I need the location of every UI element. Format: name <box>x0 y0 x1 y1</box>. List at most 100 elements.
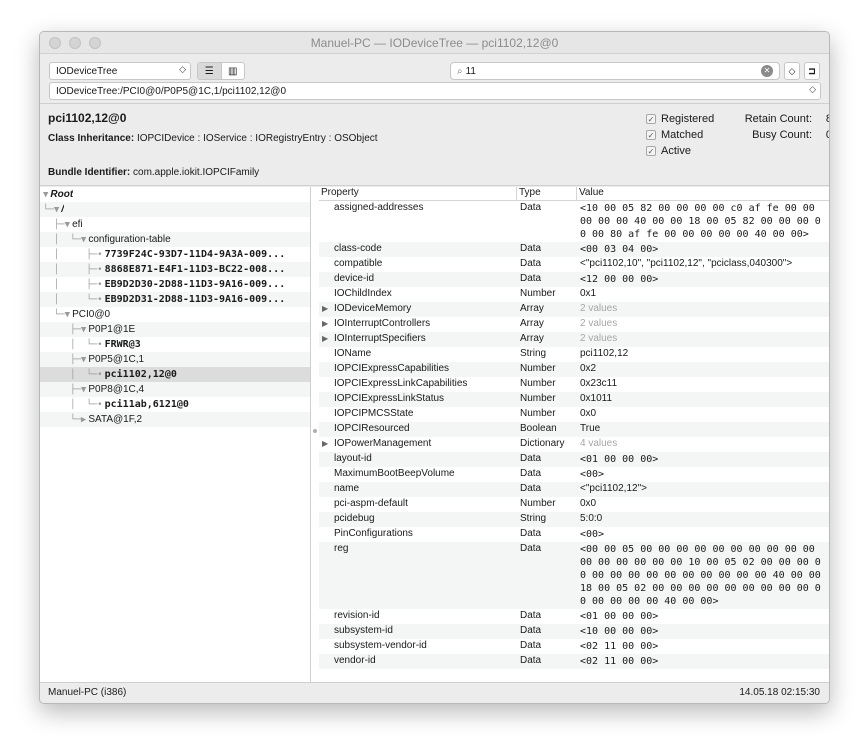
search-options-button[interactable]: ◇ <box>784 62 800 80</box>
property-name-cell: IOChildIndex <box>319 287 517 302</box>
disclosure-triangle-icon[interactable]: └─▼ <box>40 310 70 320</box>
property-type: Number <box>520 363 556 374</box>
column-header-value[interactable]: Value <box>577 187 829 200</box>
property-row[interactable]: pcidebug String 5:0:0 <box>319 512 829 527</box>
tree-node[interactable]: │ └─• EB9D2D31-2D88-11D3-9A16-009... <box>40 292 310 307</box>
plane-select[interactable]: IODeviceTree ◇ <box>49 62 191 80</box>
class-inheritance-label: Class Inheritance: <box>48 133 135 144</box>
tree-node[interactable]: │ ├─• EB9D2D30-2D88-11D3-9A16-009... <box>40 277 310 292</box>
property-name-cell: ▶ IOInterruptSpecifiers <box>319 332 517 347</box>
property-row[interactable]: PinConfigurations Data <00> <box>319 527 829 542</box>
property-row[interactable]: subsystem-id Data <10 00 00 00> <box>319 624 829 639</box>
disclosure-triangle-icon[interactable]: │ └─• <box>40 340 103 350</box>
list-icon[interactable]: ☰ <box>198 63 222 79</box>
property-row[interactable]: IOPCIExpressLinkCapabilities Number 0x23c1… <box>319 377 829 392</box>
property-type: Array <box>520 303 544 314</box>
disclosure-triangle-icon[interactable]: ├─▼ <box>40 220 70 230</box>
property-row[interactable]: class-code Data <00 03 04 00> <box>319 242 829 257</box>
busy-count-value: 0 <box>818 129 829 141</box>
tree-node[interactable]: │ └─• pci1102,12@0 <box>40 367 310 382</box>
tree-node-label: / <box>61 204 65 215</box>
disclosure-triangle-icon[interactable]: └─▶ <box>40 415 86 425</box>
view-mode-segmented[interactable]: ☰ ▥ <box>197 62 245 80</box>
property-name-cell: layout-id <box>319 452 517 467</box>
property-row[interactable]: device-id Data <12 00 00 00> <box>319 272 829 287</box>
inspector-button[interactable]: ⊐ <box>804 62 820 80</box>
tree-node-label: pci11ab,6121@0 <box>104 399 189 410</box>
disclosure-triangle-icon[interactable]: │ └─• <box>40 370 103 380</box>
property-name: IOInterruptControllers <box>334 318 431 329</box>
property-row[interactable]: compatible Data <"pci1102,10", "pci1102,12… <box>319 257 829 272</box>
property-row[interactable]: IOPCIResourced Boolean True <box>319 422 829 437</box>
property-row[interactable]: IOPCIPMCSState Number 0x0 <box>319 407 829 422</box>
property-row[interactable]: MaximumBootBeepVolume Data <00> <box>319 467 829 482</box>
object-name: pci1102,12@0 <box>48 111 127 125</box>
property-row[interactable]: subsystem-vendor-id Data <02 11 00 00> <box>319 639 829 654</box>
tree-node-label: SATA@1F,2 <box>88 414 143 425</box>
disclosure-triangle-icon[interactable]: │ ├─• <box>40 265 103 275</box>
tree-node[interactable]: │ ├─• 7739F24C-93D7-11D4-9A3A-009... <box>40 247 310 262</box>
bundle-identifier-value: com.apple.iokit.IOPCIFamily <box>133 167 260 178</box>
expand-triangle-icon[interactable]: ▶ <box>322 439 328 448</box>
property-value: 0x23c11 <box>580 378 618 389</box>
property-row[interactable]: assigned-addresses Data <10 00 05 82 00 00… <box>319 201 829 242</box>
tree-node[interactable]: │ └─▼ configuration-table <box>40 232 310 247</box>
property-row[interactable]: pci-aspm-default Number 0x0 <box>319 497 829 512</box>
expand-triangle-icon[interactable]: ▶ <box>322 319 328 328</box>
property-name: assigned-addresses <box>334 202 424 213</box>
disclosure-triangle-icon[interactable]: │ └─• <box>40 295 103 305</box>
property-row[interactable]: layout-id Data <01 00 00 00> <box>319 452 829 467</box>
property-row[interactable]: revision-id Data <01 00 00 00> <box>319 609 829 624</box>
tree-node[interactable]: │ ├─• 8868E871-E4F1-11D3-BC22-008... <box>40 262 310 277</box>
property-row[interactable]: ▶ IODeviceMemory Array 2 values <box>319 302 829 317</box>
tree-node[interactable]: └─▼ / <box>40 202 310 217</box>
tree-node[interactable]: └─▶ SATA@1F,2 <box>40 412 310 427</box>
property-row[interactable]: vendor-id Data <02 11 00 00> <box>319 654 829 669</box>
column-header-type[interactable]: Type <box>517 187 577 200</box>
property-row[interactable]: name Data <"pci1102,12"> <box>319 482 829 497</box>
property-row[interactable]: IOName String pci1102,12 <box>319 347 829 362</box>
property-name: reg <box>334 543 349 554</box>
property-row[interactable]: reg Data <00 00 05 00 00 00 00 00 00 00 00… <box>319 542 829 609</box>
property-name: compatible <box>334 258 383 269</box>
path-select[interactable]: IODeviceTree:/PCI0@0/P0P5@1C,1/pci1102,1… <box>49 82 821 100</box>
search-input[interactable]: 11 <box>466 66 476 77</box>
disclosure-triangle-icon[interactable]: │ └─▼ <box>40 235 87 245</box>
property-value: 5:0:0 <box>580 513 603 524</box>
tree-node[interactable]: └─▼ PCI0@0 <box>40 307 310 322</box>
property-type: String <box>520 348 547 359</box>
property-row[interactable]: IOChildIndex Number 0x1 <box>319 287 829 302</box>
property-row[interactable]: ▶ IOPowerManagement Dictionary 4 values <box>319 437 829 452</box>
disclosure-triangle-icon[interactable]: ├─▼ <box>40 385 86 395</box>
property-row[interactable]: IOPCIExpressLinkStatus Number 0x1011 <box>319 392 829 407</box>
divider-handle[interactable] <box>313 429 317 433</box>
split-divider[interactable] <box>311 187 319 684</box>
tree-node[interactable]: │ └─• pci11ab,6121@0 <box>40 397 310 412</box>
tree-node[interactable]: ├─▼ P0P8@1C,4 <box>40 382 310 397</box>
tree-node[interactable]: ├─▼ efi <box>40 217 310 232</box>
property-name: IOInterruptSpecifiers <box>334 333 426 344</box>
bundle-identifier: Bundle Identifier: com.apple.iokit.IOPCI… <box>48 167 259 178</box>
disclosure-triangle-icon[interactable]: │ ├─• <box>40 280 103 290</box>
disclosure-triangle-icon[interactable]: │ └─• <box>40 400 103 410</box>
disclosure-triangle-icon[interactable]: │ ├─• <box>40 250 103 260</box>
clear-search-icon[interactable]: ✕ <box>761 65 773 77</box>
columns-icon[interactable]: ▥ <box>222 63 245 79</box>
disclosure-triangle-icon[interactable]: └─▼ <box>40 205 59 215</box>
property-row[interactable]: ▶ IOInterruptSpecifiers Array 2 values <box>319 332 829 347</box>
column-header-property[interactable]: Property <box>319 187 517 200</box>
property-row[interactable]: IOPCIExpressCapabilities Number 0x2 <box>319 362 829 377</box>
disclosure-triangle-icon[interactable]: ├─▼ <box>40 355 86 365</box>
tree-node[interactable]: ├─▼ P0P1@1E <box>40 322 310 337</box>
property-row[interactable]: ▶ IOInterruptControllers Array 2 values <box>319 317 829 332</box>
tree-node[interactable]: ▼ Root <box>40 187 310 202</box>
tree-node[interactable]: ├─▼ P0P5@1C,1 <box>40 352 310 367</box>
expand-triangle-icon[interactable]: ▶ <box>322 334 328 343</box>
tree-node[interactable]: │ └─• FRWR@3 <box>40 337 310 352</box>
property-name: subsystem-vendor-id <box>334 640 427 651</box>
search-field[interactable]: ⌕ 11 ✕ <box>450 62 780 80</box>
expand-triangle-icon[interactable]: ▶ <box>322 304 328 313</box>
disclosure-triangle-icon[interactable]: ├─▼ <box>40 325 86 335</box>
disclosure-triangle-icon[interactable]: ▼ <box>40 190 48 200</box>
tree-node-label: pci1102,12@0 <box>104 369 177 380</box>
